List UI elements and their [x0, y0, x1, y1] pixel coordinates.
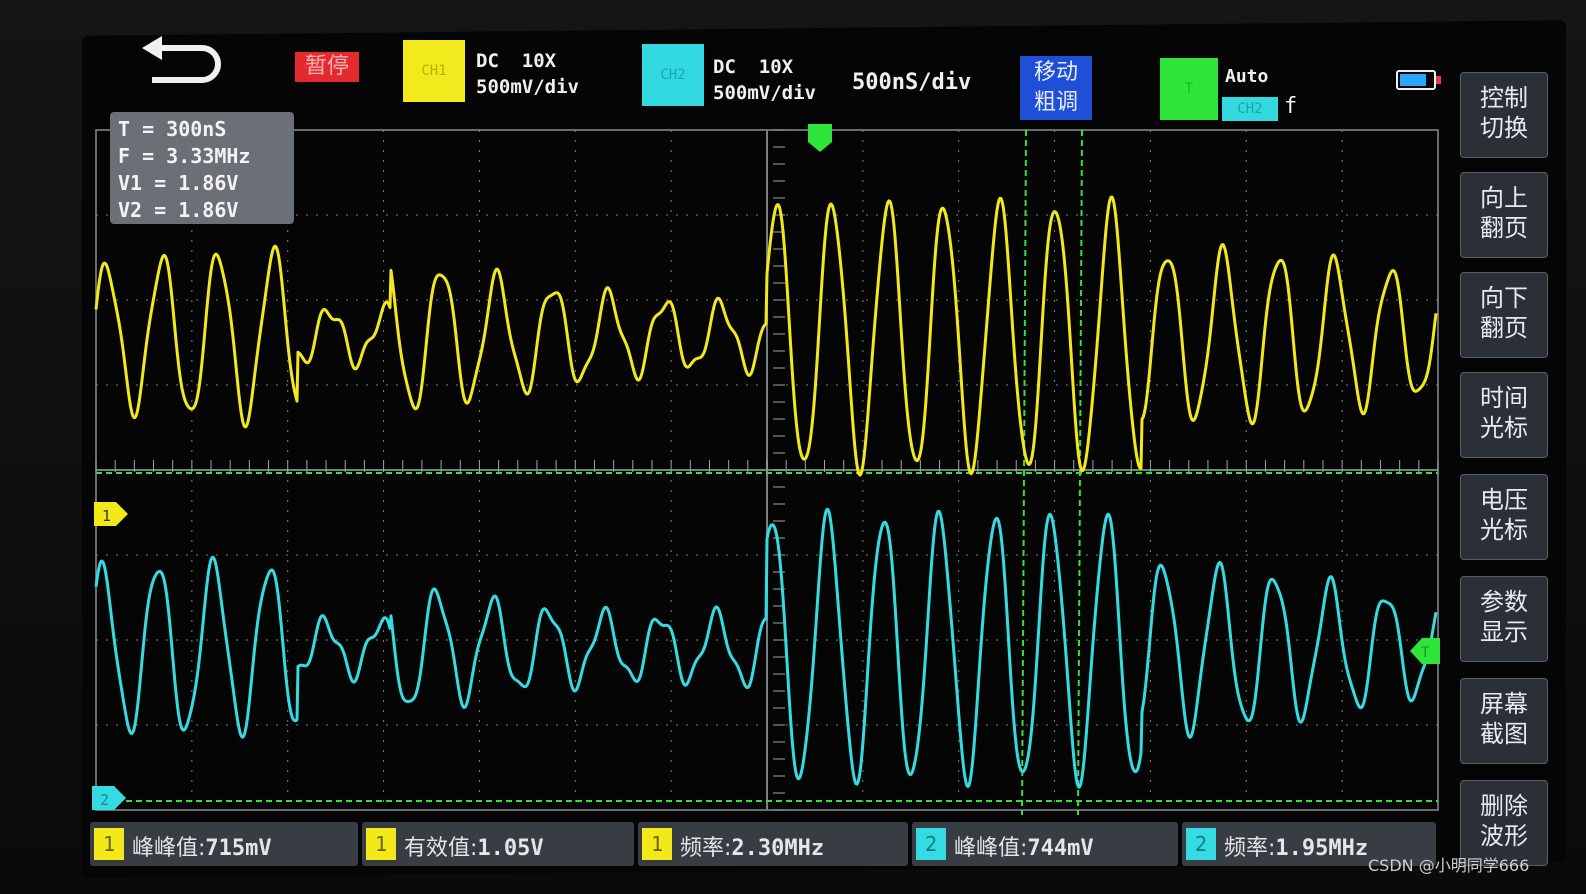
channel-chip: 2 — [916, 828, 946, 860]
readout-v2: V2 = 1.86V — [118, 198, 239, 222]
measurement-ch1-vpp[interactable]: 1 峰峰值:715mV — [90, 822, 358, 866]
measurement-ch1-frequency[interactable]: 1 频率:2.30MHz — [638, 822, 908, 866]
trigger-level-label: T — [1421, 645, 1430, 661]
trigger-position-marker[interactable] — [808, 124, 832, 152]
measurement-value: 2.30MHz — [731, 836, 825, 861]
voltage-cursor-button[interactable]: 电压 光标 — [1460, 474, 1548, 560]
measurement-ch2-vpp[interactable]: 2 峰峰值:744mV — [912, 822, 1178, 866]
control-switch-button[interactable]: 控制 切换 — [1460, 72, 1548, 158]
parameter-display-button[interactable]: 参数 显示 — [1460, 576, 1548, 662]
measurement-label: 有效值: — [404, 836, 478, 861]
channel-chip: 1 — [94, 828, 124, 860]
watermark: CSDN @小明同学666 — [1368, 856, 1530, 875]
ch2-level-marker[interactable]: 2 — [92, 786, 126, 810]
ch1-coupling: DC 10X — [476, 50, 557, 72]
readout-v1: V1 = 1.86V — [118, 171, 239, 195]
ch1-marker-label: 1 — [102, 507, 111, 525]
pause-indicator[interactable]: 暂停 — [295, 52, 359, 82]
measurement-value: 715mV — [205, 836, 272, 861]
ch2-marker-label: 2 — [100, 791, 109, 809]
ch2-badge[interactable]: CH2 — [642, 44, 704, 106]
move-coarse-label: 移动 粗调 — [1033, 60, 1078, 115]
channel-chip: 2 — [1186, 828, 1216, 860]
measurement-value: 744mV — [1027, 836, 1094, 861]
measurement-value: 1.95MHz — [1275, 836, 1369, 861]
page-up-button[interactable]: 向上 翻页 — [1460, 172, 1548, 258]
trigger-level-marker[interactable]: T — [1410, 638, 1440, 664]
back-arrow-icon[interactable] — [140, 34, 224, 88]
cursor-readout-panel: T = 300nS F = 3.33MHz V1 = 1.86V V2 = 1.… — [110, 112, 294, 224]
ch1-scale: 500mV/div — [476, 76, 579, 98]
readout-frequency: F = 3.33MHz — [118, 144, 251, 168]
page-down-button[interactable]: 向下 翻页 — [1460, 272, 1548, 358]
measurement-label: 峰峰值: — [954, 836, 1028, 861]
measurement-label: 峰峰值: — [132, 836, 206, 861]
measurement-value: 1.05V — [477, 836, 544, 861]
measurement-label: 频率: — [680, 836, 732, 861]
ch2-coupling: DC 10X — [713, 56, 794, 78]
trigger-mode[interactable]: Auto — [1225, 66, 1268, 87]
ch2-scale: 500mV/div — [713, 82, 816, 104]
screenshot-button[interactable]: 屏幕 截图 — [1460, 678, 1548, 764]
readout-period: T = 300nS — [118, 117, 227, 141]
measurement-label: 频率: — [1224, 836, 1276, 861]
waveform-plot[interactable]: 1 2 T — [92, 110, 1442, 820]
channel-chip: 1 — [642, 828, 672, 860]
ch1-level-marker[interactable]: 1 — [94, 502, 128, 526]
channel-chip: 1 — [366, 828, 396, 860]
timebase-label[interactable]: 500nS/div — [852, 70, 971, 95]
measurement-ch1-rms[interactable]: 1 有效值:1.05V — [362, 822, 634, 866]
time-cursor-button[interactable]: 时间 光标 — [1460, 372, 1548, 458]
battery-icon — [1396, 70, 1441, 90]
ch1-badge[interactable]: CH1 — [403, 40, 465, 102]
